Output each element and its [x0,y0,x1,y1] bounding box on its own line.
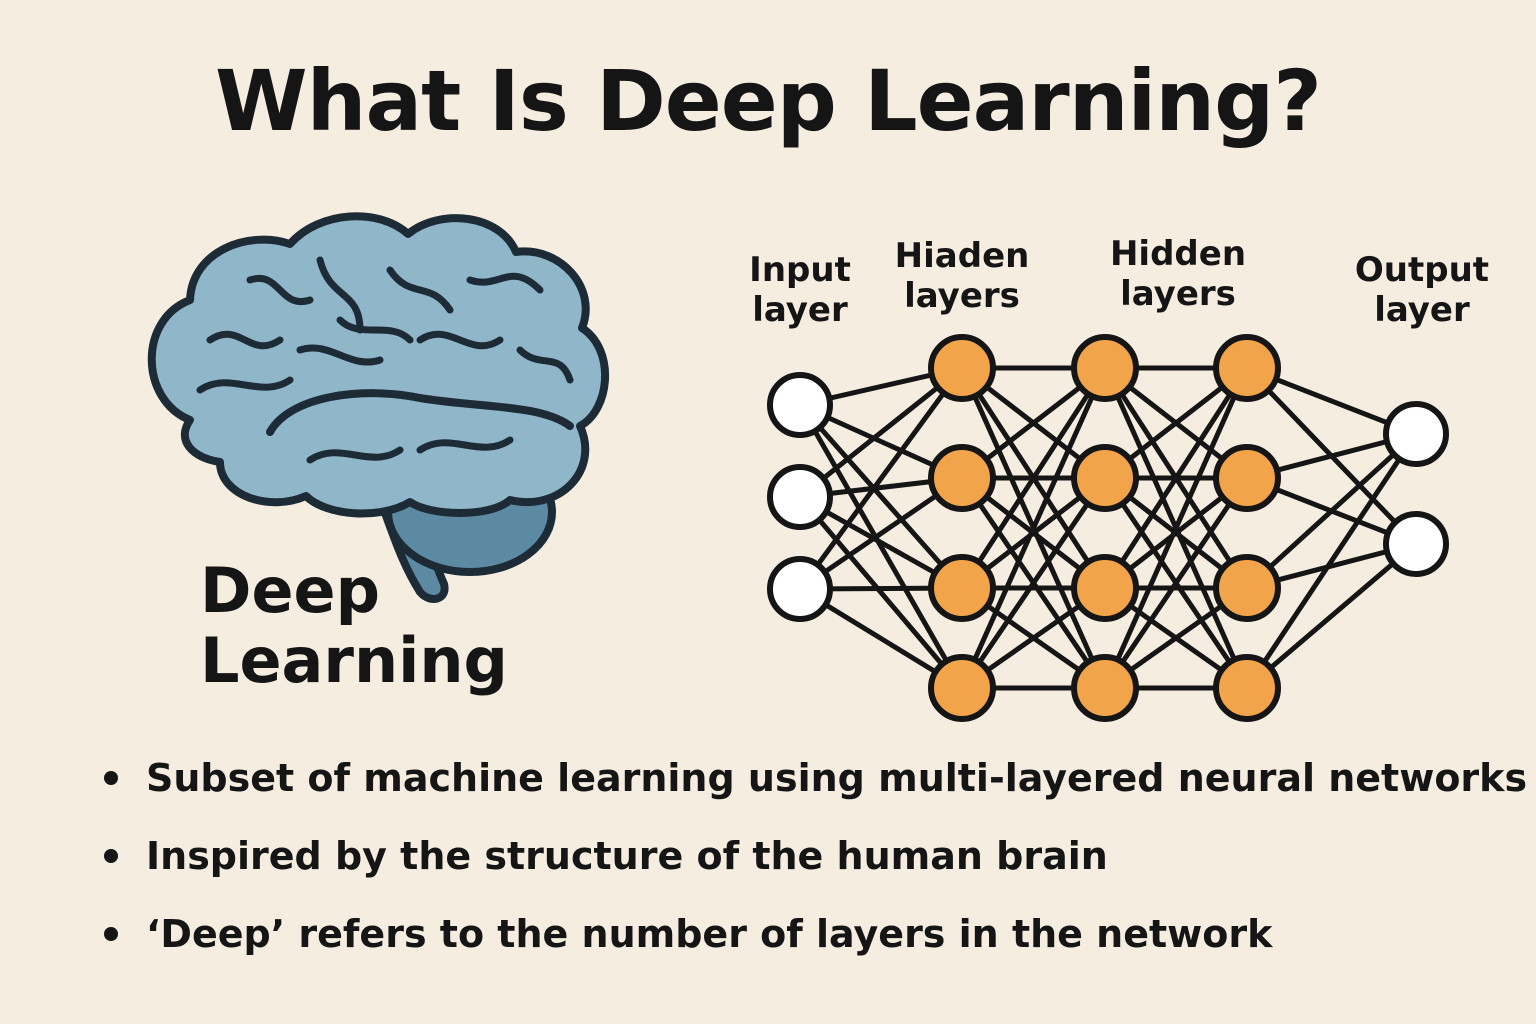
bullet-item: Inspired by the structure of the human b… [104,836,1527,876]
network-connections [797,365,1419,691]
hidden-node [928,554,996,622]
bullet-text: Inspired by the structure of the human b… [146,834,1108,878]
bullet-dot-icon [104,849,118,863]
hidden-node [928,654,996,722]
bullet-text: Subset of machine learning using multi-l… [146,756,1528,800]
hidden-node [928,444,996,512]
bullet-text: ‘Deep’ refers to the number of layers in… [146,912,1273,956]
network-connection [797,403,965,690]
input-node [767,556,833,622]
bullet-item: Subset of machine learning using multi-l… [104,758,1527,798]
hidden-node [1213,554,1281,622]
hidden-node [1213,444,1281,512]
bullet-dot-icon [104,927,118,941]
hidden-node [1071,654,1139,722]
hidden-node [928,334,996,402]
bullet-dot-icon [104,771,118,785]
hidden-node [1071,554,1139,622]
hidden-node [1213,334,1281,402]
input-node [767,464,833,530]
input-node [767,372,833,438]
output-node [1383,511,1449,577]
output-node [1383,401,1449,467]
hidden-node [1071,444,1139,512]
bullet-item: ‘Deep’ refers to the number of layers in… [104,914,1527,954]
hidden-node [1213,654,1281,722]
bullet-list: Subset of machine learning using multi-l… [104,758,1527,992]
hidden-node [1071,334,1139,402]
